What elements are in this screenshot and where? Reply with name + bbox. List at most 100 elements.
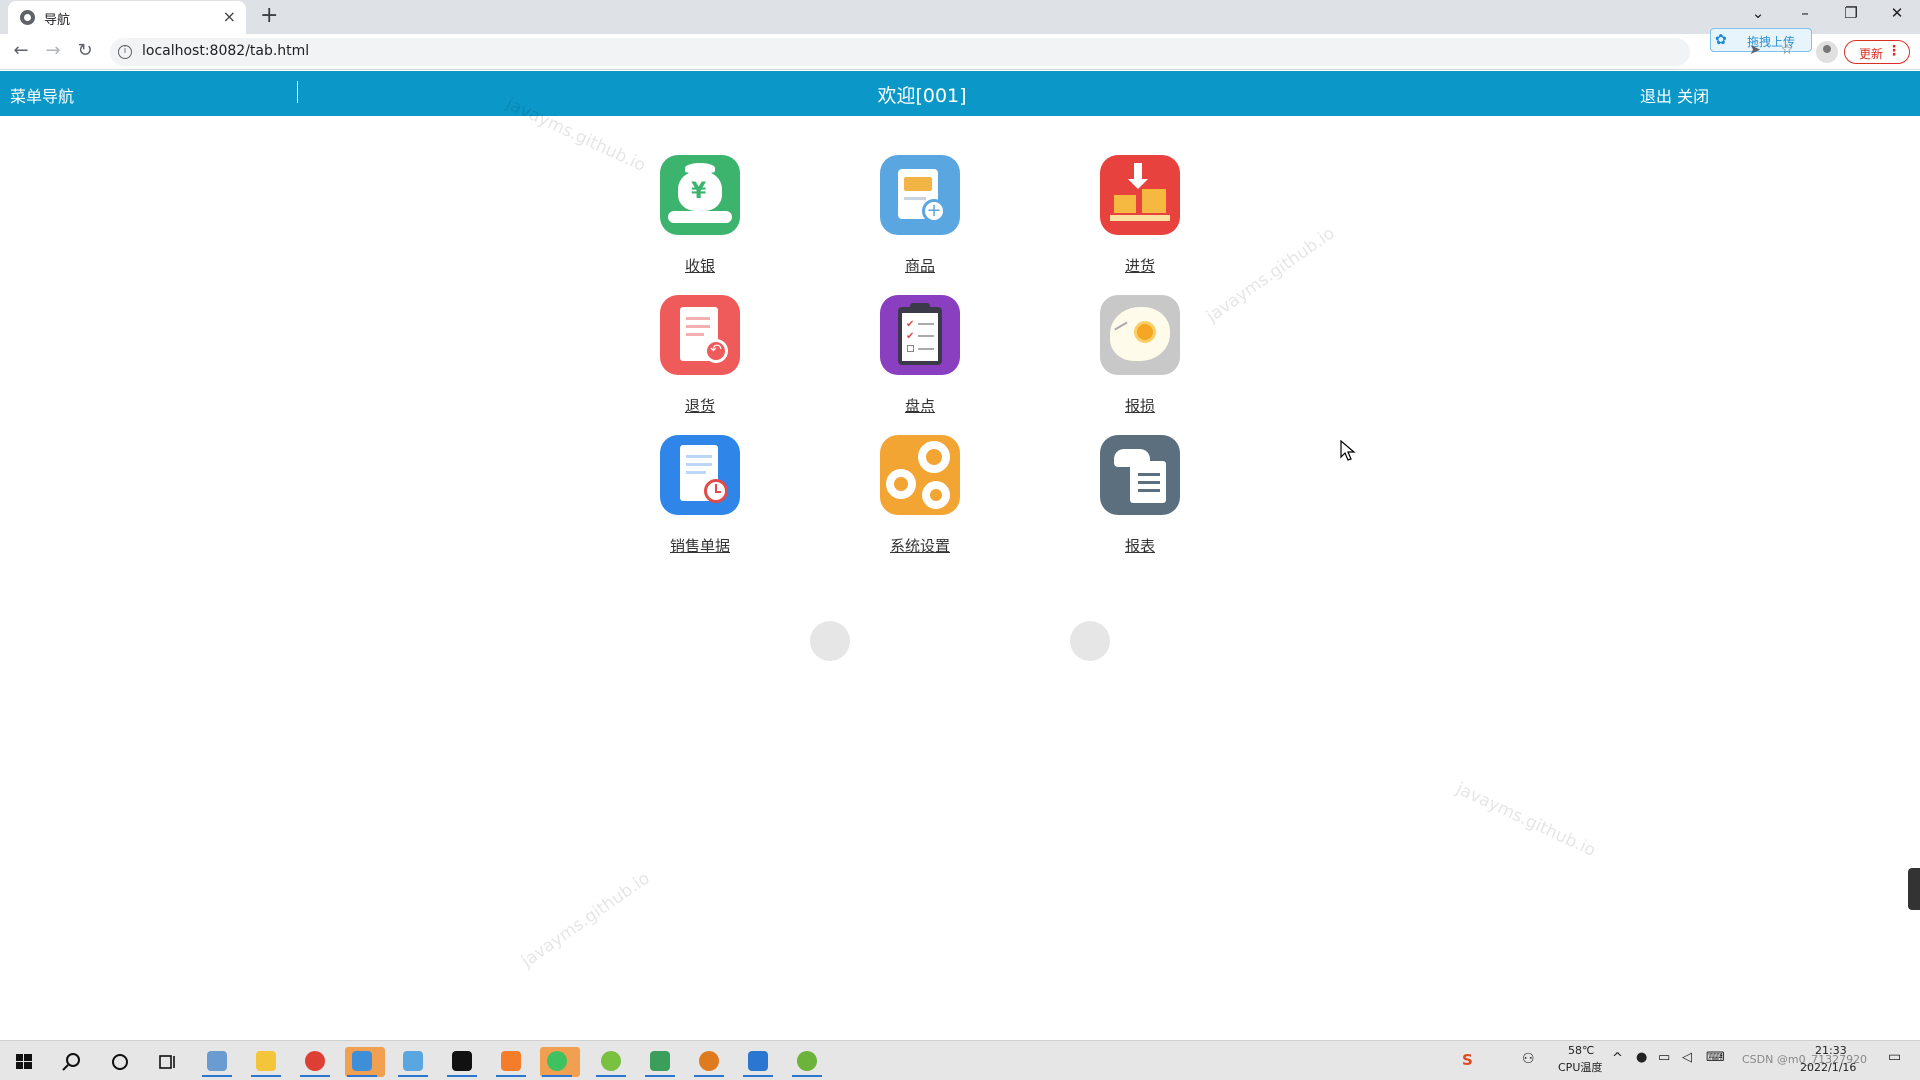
notepad-icon (207, 1051, 227, 1071)
taskbar-app-netdisk[interactable] (396, 1047, 430, 1077)
browser-tab[interactable]: 导航 × (8, 1, 246, 34)
network-icon[interactable]: ▭ (1658, 1050, 1670, 1065)
product-add-icon: + (880, 155, 960, 235)
url-text: localhost:8082/tab.html (142, 43, 310, 59)
minimize-button[interactable]: – (1790, 4, 1820, 22)
menu-label[interactable]: 进货 (1050, 255, 1230, 276)
menu-label[interactable]: 收银 (610, 255, 790, 276)
menu-label[interactable]: 报损 (1050, 395, 1230, 416)
tab-search-chevron-icon[interactable]: ⌄ (1743, 4, 1773, 22)
tray-app-icon[interactable]: S (1462, 1051, 1473, 1069)
stock-in-icon (1100, 155, 1180, 235)
baidu-netdisk-icon: ✿ (1715, 32, 1727, 48)
tray-chevron-icon[interactable]: ^ (1612, 1051, 1623, 1066)
menu-label[interactable]: 盘点 (830, 395, 1010, 416)
menu-item-sales-receipts[interactable]: 销售单据 (610, 435, 790, 556)
taskbar-app-chart[interactable] (643, 1047, 677, 1077)
welcome-text: 欢迎[001] (877, 85, 967, 107)
clipboard-checklist-icon: ✔ ✔ (880, 295, 960, 375)
watermark: javayms.github.io (1452, 778, 1599, 862)
broken-egg-icon (1100, 295, 1180, 375)
more-menu-icon: ⋮ (1887, 43, 1901, 59)
clock-date: 2022/1/16 (1800, 1061, 1857, 1074)
loading-dot (1070, 621, 1110, 661)
baidu-netdisk-icon (403, 1051, 423, 1071)
site-info-icon[interactable]: i (118, 45, 132, 59)
sales-receipt-clock-icon (660, 435, 740, 515)
logout-link[interactable]: 退出 (1640, 87, 1672, 106)
tab-close-button[interactable]: × (223, 7, 236, 26)
bookmark-star-icon[interactable]: ☆ (1777, 42, 1797, 62)
windows-start-icon[interactable] (10, 1049, 38, 1075)
search-app-icon (699, 1051, 719, 1071)
cpu-temp: 58℃ (1568, 1044, 1595, 1057)
reload-icon[interactable]: ↻ (73, 40, 97, 61)
profile-avatar[interactable] (1816, 41, 1838, 63)
close-link[interactable]: 关闭 (1677, 87, 1709, 106)
menu-label[interactable]: 系统设置 (830, 535, 1010, 556)
menu-item-inventory-check[interactable]: ✔ ✔ 盘点 (830, 295, 1010, 416)
browser-toolbar: ← → ↻ i localhost:8082/tab.html (0, 34, 1920, 70)
send-icon[interactable]: ➤ (1745, 42, 1765, 62)
taskbar-app-active[interactable] (345, 1047, 385, 1077)
menu-label[interactable]: 商品 (830, 255, 1010, 276)
restore-button[interactable]: ❐ (1836, 4, 1866, 22)
intellij-icon (452, 1051, 472, 1071)
update-label: 更新 (1859, 47, 1884, 61)
taskbar-app-explorer[interactable] (249, 1047, 283, 1077)
forward-arrow-icon[interactable]: → (41, 40, 65, 61)
app-header: 菜单导航 欢迎[001] 退出 关闭 (0, 71, 1920, 116)
taskbar-app-chrome[interactable] (298, 1047, 332, 1077)
taskbar-app-spring[interactable] (790, 1047, 824, 1077)
cortana-circle-icon[interactable] (106, 1049, 134, 1075)
volume-icon[interactable]: ◁ (1682, 1050, 1692, 1065)
side-drawer-handle[interactable] (1908, 868, 1920, 910)
taskbar-app-search[interactable] (692, 1047, 726, 1077)
menu-item-product[interactable]: + 商品 (830, 155, 1010, 276)
windows-taskbar: S ⚇ 58℃ CPU温度 ^ ● ▭ ◁ ⌨ CSDN @m0_7132792… (0, 1040, 1920, 1080)
menu-label[interactable]: 退货 (610, 395, 790, 416)
cpu-temp-label: CPU温度 (1558, 1061, 1603, 1074)
app-icon (352, 1051, 372, 1071)
menu-label[interactable]: 销售单据 (610, 535, 790, 556)
menu-label[interactable]: 报表 (1050, 535, 1230, 556)
close-window-button[interactable]: ✕ (1882, 4, 1912, 22)
menu-item-reports[interactable]: 报表 (1050, 435, 1230, 556)
gears-icon (880, 435, 960, 515)
taskbar-app-wechat[interactable] (540, 1047, 580, 1077)
taskbar-app-idea[interactable] (445, 1047, 479, 1077)
money-bag-icon: ¥ (660, 155, 740, 235)
app-icon (601, 1051, 621, 1071)
new-tab-button[interactable]: + (260, 3, 278, 28)
taskbar-app-notepad[interactable] (200, 1047, 234, 1077)
chart-app-icon (650, 1051, 670, 1071)
keyboard-icon[interactable]: ⌨ (1706, 1050, 1725, 1065)
back-arrow-icon[interactable]: ← (9, 40, 33, 61)
notification-icon[interactable]: ▭ (1888, 1049, 1901, 1065)
watermark: javayms.github.io (517, 868, 654, 972)
qq-icon[interactable]: ● (1636, 1050, 1647, 1065)
browser-update-button[interactable]: 更新 ⋮ (1844, 40, 1910, 64)
taskbar-app-vm[interactable] (741, 1047, 775, 1077)
menu-item-cashier[interactable]: ¥ 收银 (610, 155, 790, 276)
menu-item-return[interactable]: ↶ 退货 (610, 295, 790, 416)
taskbar-app-green[interactable] (594, 1047, 628, 1077)
return-receipt-icon: ↶ (660, 295, 740, 375)
loading-dot (810, 621, 850, 661)
clock-time: 21:33 (1815, 1044, 1847, 1057)
folder-icon (256, 1051, 276, 1071)
globe-icon (20, 10, 35, 25)
task-view-icon[interactable] (154, 1049, 182, 1075)
wechat-icon (547, 1051, 567, 1071)
app-icon (501, 1051, 521, 1071)
people-icon[interactable]: ⚇ (1522, 1051, 1535, 1067)
taskbar-app-orange[interactable] (494, 1047, 528, 1077)
mouse-pointer-icon (1340, 440, 1356, 461)
report-cloud-icon (1100, 435, 1180, 515)
menu-item-stock-in[interactable]: 进货 (1050, 155, 1230, 276)
address-bar[interactable]: i localhost:8082/tab.html (110, 38, 1690, 66)
menu-item-system-settings[interactable]: 系统设置 (830, 435, 1010, 556)
tab-title: 导航 (44, 13, 71, 28)
menu-item-damage-report[interactable]: 报损 (1050, 295, 1230, 416)
search-icon[interactable] (58, 1049, 86, 1075)
